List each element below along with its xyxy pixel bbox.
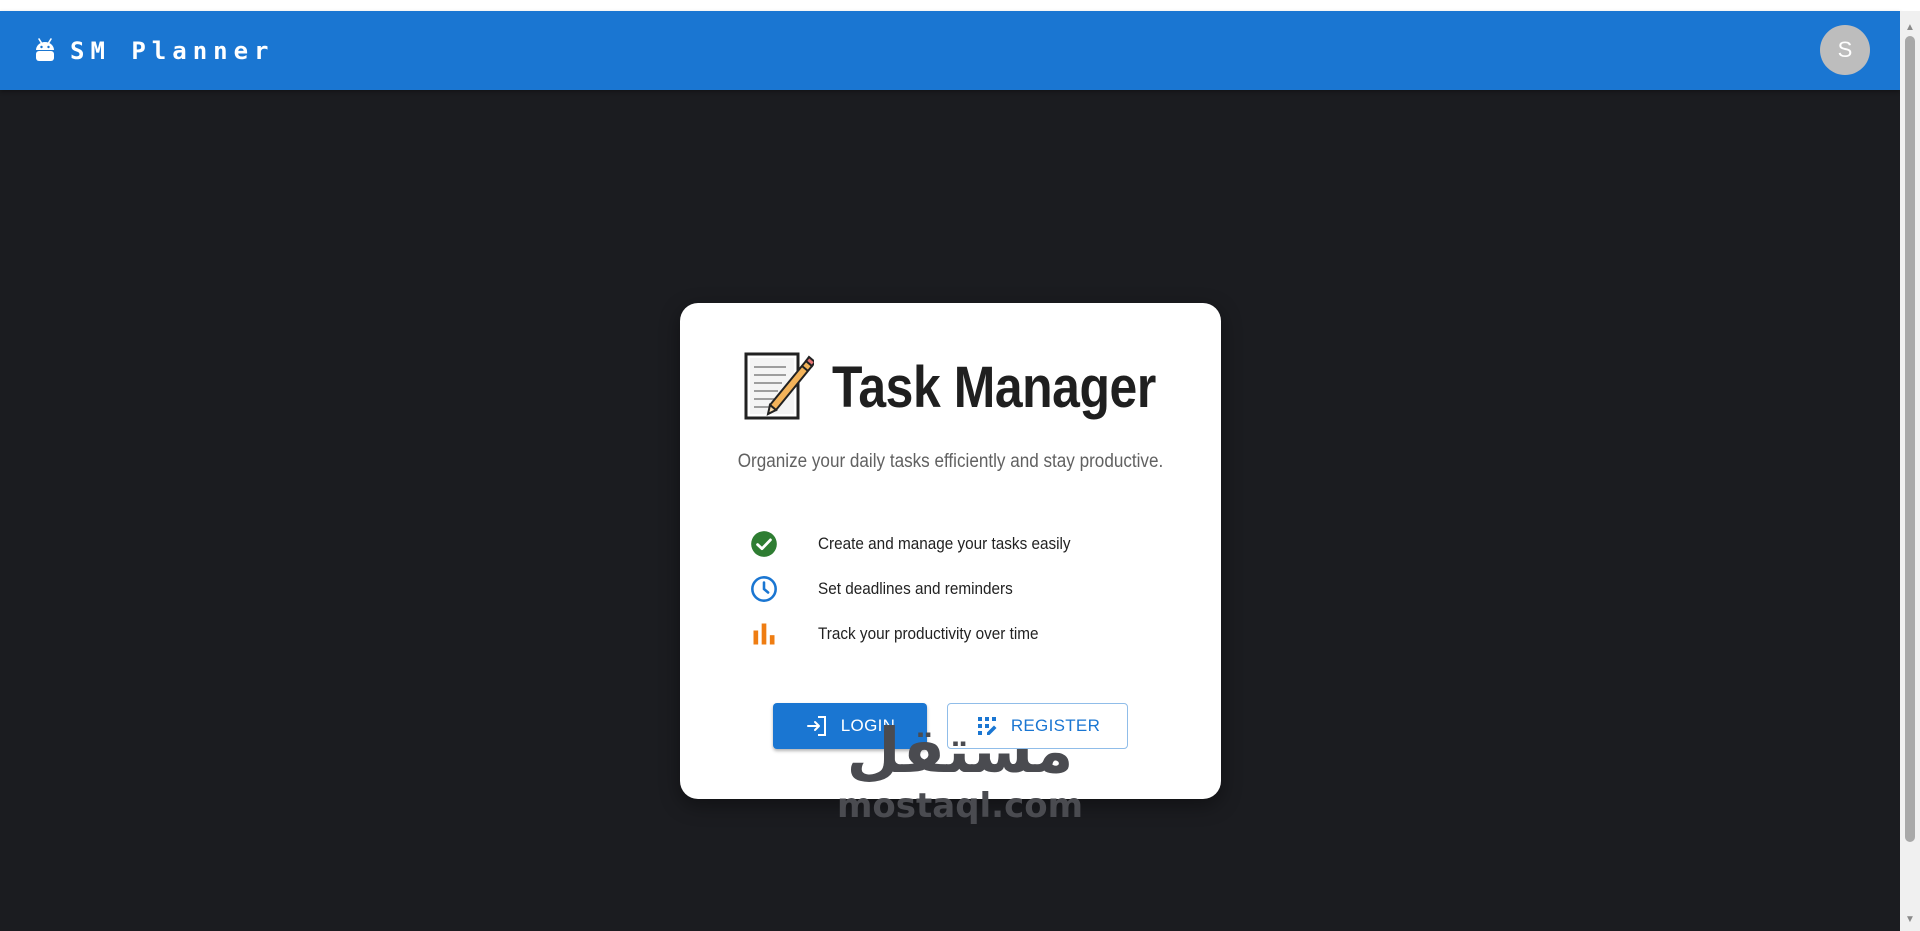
scroll-thumb[interactable] (1905, 36, 1915, 842)
android-icon (36, 37, 54, 61)
watermark-arabic: مستقل (846, 714, 1074, 787)
app-bar: SM Planner S (0, 11, 1900, 90)
subtitle: Organize your daily tasks efficiently an… (737, 451, 1164, 472)
watermark: مستقل mostaql.com (837, 710, 1083, 830)
avatar[interactable]: S (1820, 25, 1870, 75)
avatar-initial: S (1837, 37, 1853, 62)
watermark-latin: mostaql.com (836, 786, 1084, 826)
page-title: Task Manager (832, 354, 1157, 420)
clock-icon (751, 575, 777, 602)
brand-name: SM Planner (70, 36, 275, 65)
login-icon (806, 716, 826, 736)
feature-list: Create and manage your tasks easily Set … (750, 521, 1099, 656)
browser-top-edge (0, 0, 1920, 11)
title-row: Task Manager (680, 351, 1221, 423)
scroll-up-arrow-icon[interactable]: ▲ (1900, 17, 1920, 37)
feature-label: Set deadlines and reminders (818, 578, 1013, 598)
feature-label: Create and manage your tasks easily (818, 533, 1071, 553)
memo-icon (744, 352, 815, 420)
vertical-scrollbar[interactable]: ▲ ▼ (1900, 11, 1920, 931)
feature-label: Track your productivity over time (818, 623, 1039, 643)
brand[interactable]: SM Planner (34, 37, 275, 65)
list-item: Track your productivity over time (750, 611, 1099, 656)
list-item: Set deadlines and reminders (750, 566, 1099, 611)
check-circle-icon (751, 530, 777, 557)
list-item: Create and manage your tasks easily (750, 521, 1099, 566)
bar-chart-icon (753, 623, 775, 644)
scroll-down-arrow-icon[interactable]: ▼ (1900, 909, 1920, 929)
